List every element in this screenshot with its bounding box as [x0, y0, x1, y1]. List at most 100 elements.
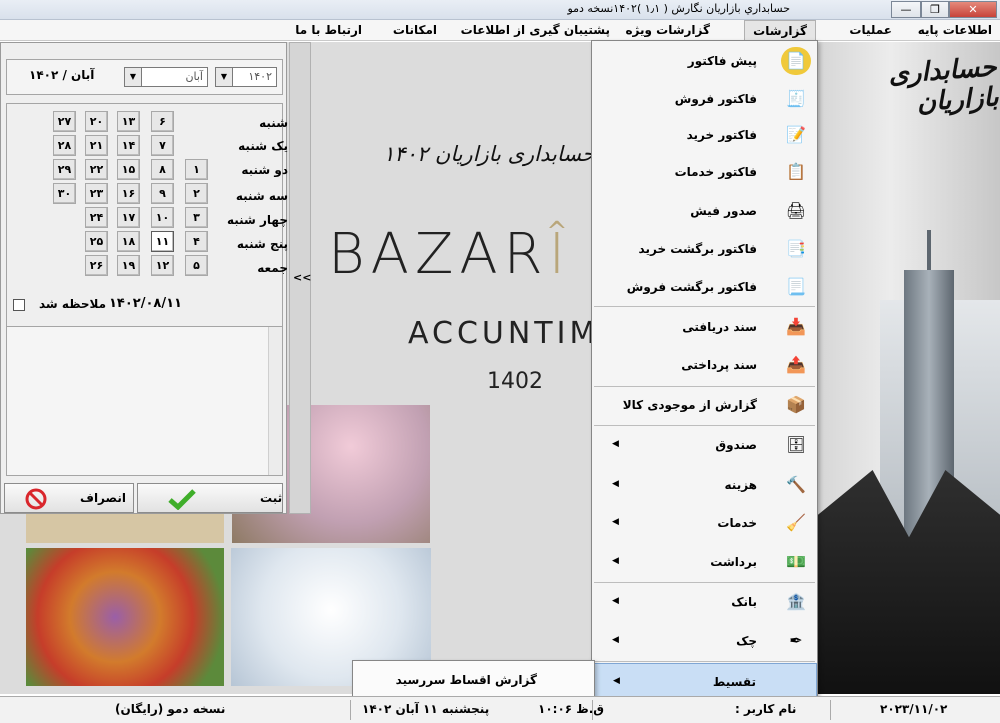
calendar-panel: آبان / ۱۴۰۲ آبان ▼ ۱۴۰۲ ▼ ۶ ۱۳ ۲۰ ۲۷ ۷ ۱۴ ۲۱ ۲۸…	[0, 42, 288, 514]
memo-scrollbar[interactable]	[268, 327, 282, 475]
calendar-day[interactable]: ۱	[185, 159, 208, 180]
reports-menu-item-label: بانک	[731, 595, 757, 609]
reports-menu-item[interactable]: 🏦 بانک ◀	[592, 584, 817, 620]
menu-backup[interactable]: پشتیبان گیری از اطلاعات	[453, 20, 618, 41]
calendar-day[interactable]: ۲۶	[85, 255, 108, 276]
minimize-button[interactable]: —	[891, 1, 921, 18]
calendar-day[interactable]: ۷	[151, 135, 174, 156]
reports-menu-item[interactable]: 🖨 صدور فیش	[592, 193, 817, 229]
calendar-day[interactable]: ۱۰	[151, 207, 174, 228]
selected-date: ۱۴۰۲/۰۸/۱۱	[109, 296, 182, 311]
calendar-day[interactable]: ۱۷	[117, 207, 140, 228]
reports-menu-item[interactable]: 📑 فاکتور برگشت خرید	[592, 231, 817, 267]
chevron-down-icon[interactable]: ▼	[125, 68, 142, 86]
panel-collapse-bar[interactable]: <<	[289, 42, 311, 514]
save-button[interactable]: ثبت	[137, 483, 283, 513]
calendar-day[interactable]: ۱۵	[117, 159, 140, 180]
menu-operations[interactable]: عملیات	[841, 20, 900, 41]
reports-menu-item-label: چک	[736, 634, 757, 648]
calendar-day[interactable]: ۳۰	[53, 183, 76, 204]
center-brand-fa: حسابداری بازاریان ۱۴۰۲	[383, 142, 595, 166]
calendar-day[interactable]: ۱۲	[151, 255, 174, 276]
center-brand-sub: ACCUNTIM	[408, 316, 600, 351]
status-bar: ۲۰۲۳/۱۱/۰۲ نام کاربر : ق.ظ ۱۰:۰۶ پنجشنبه…	[0, 696, 1000, 723]
calendar-day[interactable]: ۶	[151, 111, 174, 132]
menu-basic-info[interactable]: اطلاعات پایه	[910, 20, 1000, 41]
calendar-day[interactable]: ۴	[185, 231, 208, 252]
reports-menu-item[interactable]: تقسیط ◀	[592, 663, 817, 699]
menu-reports[interactable]: گزارشات	[744, 20, 816, 41]
calendar-day[interactable]: ۱۳	[117, 111, 140, 132]
reports-menu-item[interactable]: 📥 سند دریافتی	[592, 309, 817, 345]
calendar-day[interactable]: ۸	[151, 159, 174, 180]
calendar-day[interactable]: ۳	[185, 207, 208, 228]
reports-menu-item[interactable]: 📃 فاکتور برگشت فروش	[592, 269, 817, 305]
calendar-header: آبان / ۱۴۰۲ آبان ▼ ۱۴۰۲ ▼	[6, 59, 283, 95]
restore-button[interactable]: ❐	[921, 1, 949, 18]
reports-menu-item[interactable]: 🧾 فاکتور فروش	[592, 81, 817, 117]
reports-menu-item[interactable]: 🧹 خدمات ◀	[592, 505, 817, 541]
calendar-day[interactable]: ۲	[185, 183, 208, 204]
submenu-arrow-icon: ◀	[612, 556, 619, 566]
calendar-day[interactable]: ۲۲	[85, 159, 108, 180]
reports-menu-item[interactable]: 🔨 هزینه ◀	[592, 467, 817, 503]
calendar-day[interactable]: ۲۳	[85, 183, 108, 204]
reports-menu-item[interactable]: 🗄 صندوق ◀	[592, 427, 817, 463]
status-persian-date: پنجشنبه ۱۱ آبان ۱۴۰۲	[362, 702, 490, 716]
reports-menu-item[interactable]: ✒ چک ◀	[592, 623, 817, 659]
reports-menu-item-label: صدور فیش	[690, 204, 757, 218]
menu-contact[interactable]: ارتباط با ما	[287, 20, 370, 41]
proforma-icon: 📄	[781, 47, 811, 75]
collapse-chevron-icon[interactable]: <<	[293, 271, 311, 284]
reports-menu-item[interactable]: 📋 فاکتور خدمات	[592, 154, 817, 190]
calendar-day[interactable]: ۱۸	[117, 231, 140, 252]
calendar-day[interactable]: ۲۰	[85, 111, 108, 132]
status-gregorian-date: ۲۰۲۳/۱۱/۰۲	[880, 702, 948, 716]
calendar-day[interactable]: ۹	[151, 183, 174, 204]
autumn-leaves-photo	[26, 548, 224, 686]
reports-menu-item[interactable]: 💵 برداشت ◀	[592, 544, 817, 580]
reports-menu-item[interactable]: 📤 سند پرداختی	[592, 347, 817, 383]
submenu-item-due-installments[interactable]: گزارش اقساط سررسید	[396, 673, 537, 687]
reports-menu-item[interactable]: 📝 فاکتور خرید	[592, 117, 817, 153]
seen-checkbox[interactable]	[13, 299, 25, 311]
reports-menu-item-label: سند پرداختی	[681, 358, 757, 372]
memo-area[interactable]	[6, 326, 283, 476]
reports-menu-item-label: سند دریافتی	[682, 320, 757, 334]
reports-menu-item[interactable]: 📦 گزارش از موجودی کالا	[592, 387, 817, 423]
reports-menu-item-label: گزارش از موجودی کالا	[622, 398, 757, 412]
submenu-arrow-icon: ◀	[612, 479, 619, 489]
tower-spire	[927, 230, 931, 275]
service-invoice-icon: 📋	[786, 162, 806, 181]
reports-menu-item-label: پیش فاکتور	[687, 54, 757, 68]
calendar-day[interactable]: ۲۹	[53, 159, 76, 180]
status-user: نام کاربر :	[735, 702, 797, 716]
calendar-day[interactable]: ۲۵	[85, 231, 108, 252]
month-select[interactable]: آبان ▼	[124, 67, 208, 87]
bank-icon: 🏦	[786, 592, 806, 611]
reports-menu-item[interactable]: 📄 پیش فاکتور	[592, 43, 817, 79]
calendar-day-today[interactable]: ۱۱	[151, 231, 174, 252]
year-select[interactable]: ۱۴۰۲ ▼	[215, 67, 277, 87]
calendar-month-label: آبان / ۱۴۰۲	[29, 68, 95, 82]
calendar-day[interactable]: ۲۴	[85, 207, 108, 228]
calendar-day[interactable]: ۱۶	[117, 183, 140, 204]
weekday-label: پنج شنبه	[236, 237, 288, 251]
menu-features[interactable]: امکانات	[385, 20, 445, 41]
menu-special-reports[interactable]: گزارشات ویژه	[617, 20, 718, 41]
menu-separator	[594, 386, 815, 387]
calendar-day[interactable]: ۱۴	[117, 135, 140, 156]
calendar-day[interactable]: ۱۹	[117, 255, 140, 276]
calendar-day[interactable]: ۲۸	[53, 135, 76, 156]
cancel-icon	[25, 488, 47, 510]
cancel-button[interactable]: انصراف	[4, 483, 134, 513]
calendar-day[interactable]: ۲۱	[85, 135, 108, 156]
close-button[interactable]: ✕	[949, 1, 997, 18]
brand-en-part2: Î	[548, 222, 572, 287]
calendar-day[interactable]: ۲۷	[53, 111, 76, 132]
calendar-day[interactable]: ۵	[185, 255, 208, 276]
chevron-down-icon[interactable]: ▼	[216, 68, 233, 86]
status-edition: نسخه دمو (رایگان)	[115, 702, 226, 716]
reports-menu-item-label: فاکتور برگشت فروش	[626, 280, 757, 294]
installment-submenu: گزارش اقساط سررسید	[352, 660, 595, 700]
